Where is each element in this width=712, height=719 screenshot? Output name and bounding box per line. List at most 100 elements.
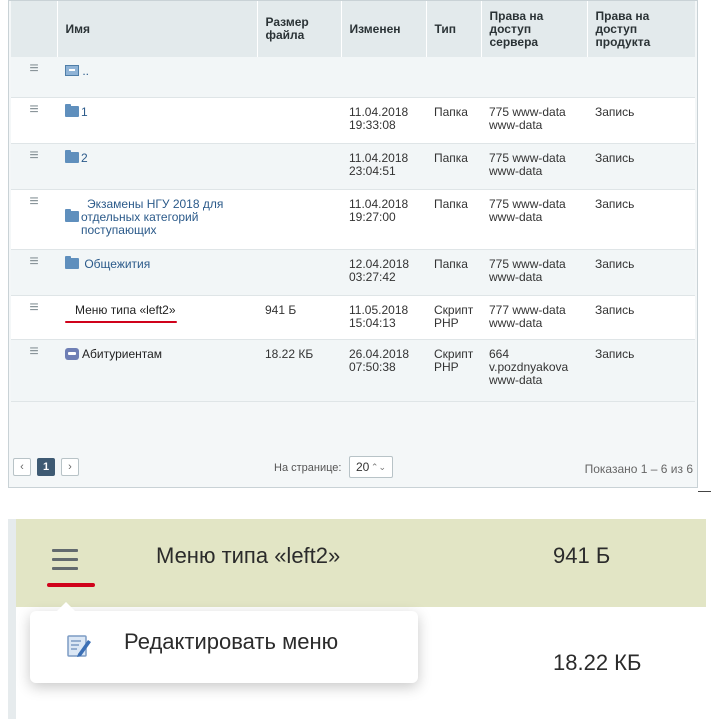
header-size[interactable]: Размер файла: [257, 1, 342, 57]
row-server-rights: 775 www-data www-data: [481, 249, 587, 296]
page-1-button[interactable]: 1: [37, 458, 55, 476]
row-type: Папка: [426, 143, 481, 190]
row-type: Папка: [426, 97, 481, 144]
context-menu: Редактировать меню: [30, 602, 418, 683]
row-modified: 26.04.2018 07:50:38: [341, 339, 426, 402]
row-time: 23:04:51: [349, 163, 396, 178]
file-manager-panel: Имя Размер файла Изменен Тип Права на до…: [8, 0, 698, 488]
edit-menu-item[interactable]: Редактировать меню: [124, 629, 338, 655]
row-date: 11.04.2018: [349, 196, 409, 211]
per-page-label: На странице:: [274, 462, 342, 474]
table-row[interactable]: ≡ 2 11.04.2018 23:04:51 Папка 775 www-dat…: [11, 143, 695, 190]
row-modified: 11.04.2018 23:04:51: [341, 143, 426, 190]
row-date: 11.04.2018: [349, 104, 409, 119]
table-row[interactable]: ≡ Меню типа «left2» 941 Б 11.05.2018 15:0…: [11, 295, 695, 340]
row-modified: 11.05.2018 15:04:13: [341, 295, 426, 340]
row-menu-icon[interactable]: ≡: [11, 97, 57, 144]
header-name[interactable]: Имя: [57, 1, 258, 57]
table-row[interactable]: ≡ 1 11.04.2018 19:33:08 Папка 775 www-dat…: [11, 97, 695, 144]
row-menu-icon[interactable]: ≡: [11, 295, 57, 340]
zoomed-detail: Меню типа «left2» 941 Б 18.22 КБ Редакти…: [8, 519, 706, 719]
red-underline: [65, 320, 177, 323]
folder-icon: [65, 103, 79, 117]
pagination-bar: ‹ 1 › На странице: 20 ⌃⌄ Показано 1 – 6 …: [9, 445, 697, 487]
row-date: 11.04.2018: [349, 150, 409, 165]
row-type: Папка: [426, 249, 481, 296]
folder-up-icon: [65, 65, 79, 76]
row-server-rights: 775 www-data www-data: [481, 143, 587, 190]
table-header-row: Имя Размер файла Изменен Тип Права на до…: [11, 1, 695, 57]
row-time: 03:27:42: [349, 269, 396, 284]
row-name[interactable]: 2: [57, 143, 257, 190]
row-product-rights: Запись: [587, 189, 695, 250]
row-size: [257, 143, 341, 190]
table-row[interactable]: ≡ Общежития 12.04.2018 03:27:42 Папка 775…: [11, 249, 695, 296]
folder-icon: [65, 208, 79, 222]
zoom-next-row-size: 18.22 КБ: [553, 650, 642, 675]
row-server-rights: 664 v.pozdnyakova www-data: [481, 339, 587, 402]
row-size: [257, 189, 341, 250]
row-product-rights: Запись: [587, 295, 695, 340]
header-server-rights[interactable]: Права на доступ сервера: [481, 1, 588, 57]
row-modified: 12.04.2018 03:27:42: [341, 249, 426, 296]
row-type: Скрипт PHP: [426, 339, 481, 402]
row-name[interactable]: Общежития: [57, 249, 257, 296]
highlighted-row[interactable]: Меню типа «left2» 941 Б: [16, 519, 706, 607]
row-time: 07:50:38: [349, 359, 396, 374]
header-type[interactable]: Тип: [426, 1, 482, 57]
row-time: 19:33:08: [349, 117, 396, 132]
next-page-button[interactable]: ›: [61, 458, 79, 476]
row-name[interactable]: ..: [57, 57, 257, 98]
zoom-row-name[interactable]: Меню типа «left2»: [156, 543, 340, 569]
file-table: Имя Размер файла Изменен Тип Права на до…: [11, 1, 695, 402]
zoom-left-border: [8, 519, 16, 719]
row-product-rights: Запись: [587, 339, 695, 402]
row-type: Папка: [426, 189, 481, 250]
prev-page-button[interactable]: ‹: [13, 458, 31, 476]
row-product-rights: Запись: [587, 97, 695, 144]
row-menu-icon[interactable]: ≡: [11, 249, 57, 296]
header-menu: [11, 1, 58, 57]
header-product-rights[interactable]: Права на доступ продукта: [587, 1, 695, 57]
row-name[interactable]: Экзамены НГУ 2018 для отдельных категори…: [57, 189, 257, 250]
hamburger-icon[interactable]: [52, 549, 78, 571]
row-size: 18.22 КБ: [257, 339, 341, 402]
shown-count: Показано 1 – 6 из 6: [584, 462, 693, 476]
edit-menu-icon: [67, 635, 91, 657]
row-date: 11.05.2018: [349, 302, 409, 317]
row-server-rights: 775 www-data www-data: [481, 189, 587, 250]
row-menu-icon[interactable]: ≡: [11, 189, 57, 250]
row-size: [257, 249, 341, 296]
row-date: 12.04.2018: [349, 256, 410, 271]
row-time: 19:27:00: [349, 209, 396, 224]
row-server-rights: 777 www-data www-data: [481, 295, 587, 340]
row-server-rights: 775 www-data www-data: [481, 97, 587, 144]
folder-icon: [65, 255, 79, 269]
table-row[interactable]: ≡ Экзамены НГУ 2018 для отдельных катего…: [11, 189, 695, 250]
row-menu-icon[interactable]: ≡: [11, 339, 57, 402]
folder-icon: [65, 149, 79, 163]
row-time: 15:04:13: [349, 315, 396, 330]
row-date: 26.04.2018: [349, 346, 410, 361]
row-size: [257, 97, 341, 144]
row-name[interactable]: Меню типа «left2»: [57, 295, 257, 340]
row-name[interactable]: Абитуриентам: [57, 339, 257, 402]
row-menu-icon[interactable]: ≡: [11, 143, 57, 190]
row-modified: 11.04.2018 19:27:00: [341, 189, 426, 250]
row-product-rights: Запись: [587, 249, 695, 296]
red-underline: [47, 583, 95, 587]
row-modified: 11.04.2018 19:33:08: [341, 97, 426, 144]
zoom-row-size: 941 Б: [553, 543, 611, 568]
php-file-icon: [65, 347, 79, 360]
table-row[interactable]: ≡ Абитуриентам 18.22 КБ 26.04.2018 07:50:…: [11, 339, 695, 402]
row-size: 941 Б: [257, 295, 341, 340]
row-menu-icon[interactable]: ≡: [11, 57, 57, 98]
row-type: Скрипт PHP: [426, 295, 481, 340]
divider-dash: [698, 491, 711, 492]
per-page-select[interactable]: 20 ⌃⌄: [349, 456, 393, 478]
table-row[interactable]: ≡ ..: [11, 57, 695, 98]
row-product-rights: Запись: [587, 143, 695, 190]
header-modified[interactable]: Изменен: [341, 1, 427, 57]
row-name[interactable]: 1: [57, 97, 257, 144]
select-arrows-icon: ⌃⌄: [370, 462, 386, 472]
